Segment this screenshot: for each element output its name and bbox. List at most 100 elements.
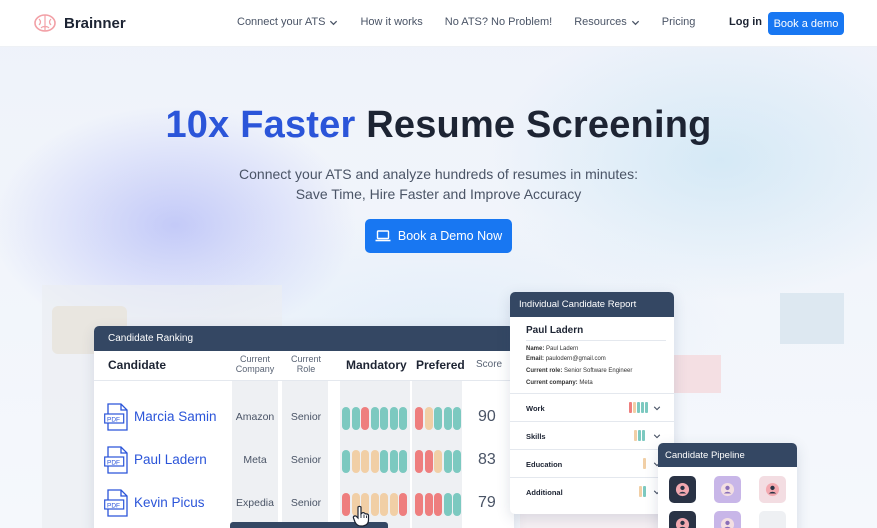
nav-links: Connect your ATS How it works No ATS? No…	[237, 16, 717, 28]
report-section-label: Skills	[526, 432, 546, 441]
mandatory-score-bar	[389, 450, 398, 473]
report-field-label: Current role:	[526, 368, 563, 374]
nav-no-ats-label: No ATS? No Problem!	[444, 16, 553, 28]
report-section-education[interactable]: Education	[510, 449, 674, 477]
mandatory-score-bar	[342, 407, 350, 430]
book-demo-now-button[interactable]: Book a Demo Now	[365, 219, 512, 253]
report-field-label: Name:	[526, 346, 545, 352]
preferred-bars	[415, 450, 463, 473]
mandatory-score-bar	[342, 493, 350, 516]
candidate-avatar[interactable]	[669, 476, 696, 503]
candidate-avatar[interactable]	[669, 511, 696, 528]
preferred-score-bar	[453, 493, 461, 516]
candidate-name[interactable]: Paul Ladern	[134, 452, 207, 467]
report-section-work[interactable]: Work	[510, 393, 674, 421]
preferred-score-bar	[424, 493, 433, 516]
preferred-score-bar	[434, 407, 442, 430]
hand-cursor-icon	[352, 505, 370, 527]
col-role-line1: Current	[290, 354, 321, 364]
svg-text:PDF: PDF	[107, 503, 120, 510]
mandatory-bars	[342, 450, 409, 473]
nav-connect-ats[interactable]: Connect your ATS	[237, 16, 338, 28]
candidate-name[interactable]: Kevin Picus	[134, 495, 205, 510]
chevron-down-icon	[653, 406, 661, 411]
mandatory-score-bar	[380, 493, 388, 516]
user-icon	[675, 482, 690, 497]
nav-how-it-works-label: How it works	[360, 16, 423, 28]
candidate-pipeline-card: Candidate Pipeline	[658, 443, 797, 528]
candidate-avatar[interactable]	[714, 476, 741, 503]
candidate-company: Expedia	[236, 497, 274, 509]
chevron-down-icon	[653, 434, 661, 439]
nav-no-ats[interactable]: No ATS? No Problem!	[445, 16, 552, 28]
mandatory-score-bar	[389, 493, 398, 516]
preferred-score-bar	[434, 450, 442, 473]
pdf-icon: PDF	[104, 489, 128, 517]
candidate-ranking-card: Candidate Ranking Candidate Current Comp…	[94, 326, 514, 528]
user-icon	[720, 517, 735, 528]
candidate-company: Meta	[243, 454, 267, 466]
report-field-label: Email:	[526, 356, 545, 362]
user-icon	[675, 517, 690, 528]
preferred-score-bar	[424, 407, 433, 430]
candidate-avatar[interactable]	[759, 476, 786, 503]
hero-title: 10x Faster Resume Screening	[0, 104, 877, 147]
preferred-score-bar	[415, 493, 423, 516]
brand-logo[interactable]: Brainner	[34, 13, 126, 33]
book-demo-button[interactable]: Book a demo	[768, 12, 844, 35]
chevron-down-icon	[330, 20, 338, 25]
decor-block-pink	[672, 355, 721, 393]
hero-subtitle-line1: Connect your ATS and analyze hundreds of…	[239, 166, 638, 182]
mandatory-score-bar	[370, 493, 379, 516]
mandatory-score-bar	[351, 407, 360, 430]
work-mini-bars	[629, 402, 649, 413]
hero-title-accent: 10x Faster	[165, 104, 356, 146]
mandatory-bars	[342, 407, 409, 430]
candidate-row[interactable]: PDF Paul Ladern Meta Senior 83	[94, 441, 514, 484]
candidate-avatar-placeholder	[759, 511, 786, 528]
mandatory-score-bar	[380, 450, 388, 473]
nav-resources[interactable]: Resources	[574, 16, 640, 28]
user-icon	[720, 482, 735, 497]
candidate-row[interactable]: PDF Marcia Samin Amazon Senior 90	[94, 398, 514, 441]
candidate-score: 79	[478, 494, 496, 511]
svg-text:PDF: PDF	[107, 417, 120, 424]
decor-block-right	[780, 293, 844, 344]
skills-mini-bars	[634, 430, 646, 441]
col-score: Score	[476, 359, 503, 370]
preferred-score-bar	[443, 493, 452, 516]
nav-resources-label: Resources	[574, 16, 627, 28]
ranking-column-headers: Candidate Current Company Current Role M…	[94, 351, 514, 381]
candidate-role: Senior	[290, 454, 322, 466]
nav-how-it-works[interactable]: How it works	[360, 16, 422, 28]
login-link[interactable]: Log in	[729, 16, 762, 28]
mandatory-score-bar	[399, 450, 407, 473]
report-section-label: Additional	[526, 488, 563, 497]
preferred-score-bar	[434, 493, 442, 516]
mandatory-score-bar	[361, 407, 369, 430]
mandatory-score-bar	[399, 407, 407, 430]
preferred-bars	[415, 407, 463, 430]
pipeline-header: Candidate Pipeline	[658, 443, 797, 467]
report-field-value: paulodern@gmail.com	[545, 356, 606, 362]
mandatory-score-bar	[399, 493, 407, 516]
preferred-score-bar	[453, 450, 461, 473]
candidate-avatar[interactable]	[714, 511, 741, 528]
report-field: Current company: Meta	[526, 380, 593, 386]
mandatory-score-bar	[380, 407, 388, 430]
col-preferred: Prefered	[416, 358, 465, 372]
top-navigation: Brainner Connect your ATS How it works N…	[0, 0, 877, 47]
individual-candidate-report-card: Individual Candidate Report Paul Ladern …	[510, 292, 674, 514]
report-divider	[526, 340, 666, 341]
mandatory-score-bar	[389, 407, 398, 430]
nav-pricing[interactable]: Pricing	[662, 16, 696, 28]
candidate-name[interactable]: Marcia Samin	[134, 409, 217, 424]
education-mini-bars	[643, 458, 647, 469]
preferred-score-bar	[424, 450, 433, 473]
pdf-icon: PDF	[104, 403, 128, 431]
candidate-row[interactable]: PDF Kevin Picus Expedia Senior 79	[94, 484, 514, 527]
report-section-skills[interactable]: Skills	[510, 421, 674, 449]
col-current-company: Current Company	[232, 354, 278, 374]
user-icon	[765, 482, 780, 497]
report-section-additional[interactable]: Additional	[510, 477, 674, 505]
